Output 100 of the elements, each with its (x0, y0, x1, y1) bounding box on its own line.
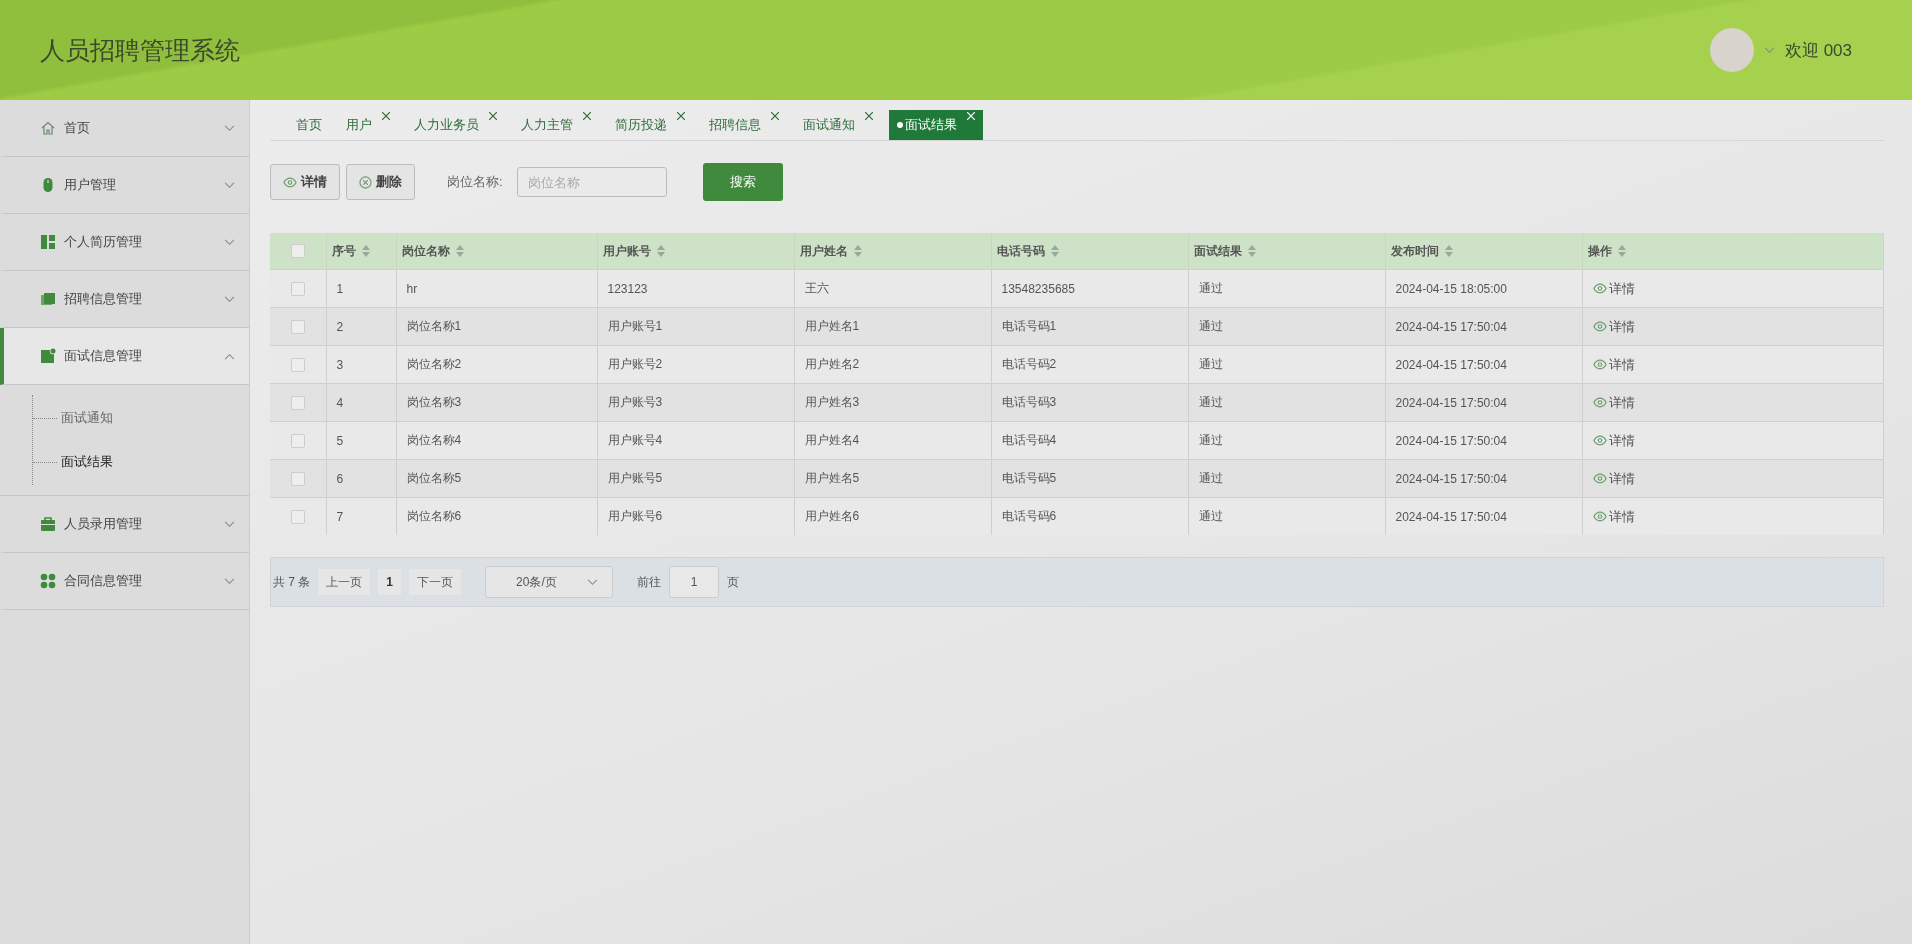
table-cell: 电话号码5 (1001, 471, 1057, 485)
tab[interactable]: 面试通知 (795, 110, 881, 140)
tab[interactable]: 面试结果 (889, 110, 983, 140)
close-icon[interactable] (489, 112, 497, 120)
total-count: 共 7 条 (273, 573, 311, 591)
eye-icon (1592, 511, 1607, 522)
detail-link[interactable]: 详情 (1592, 507, 1635, 526)
select-all-checkbox[interactable] (290, 244, 305, 258)
goto-page-field[interactable]: 1 (669, 566, 720, 598)
sidebar-item[interactable]: 面试信息管理 (0, 328, 249, 385)
row-checkbox[interactable] (290, 433, 305, 448)
eye-icon (1592, 359, 1607, 370)
close-icon[interactable] (583, 112, 591, 120)
tab[interactable]: 用户 (338, 110, 398, 140)
sidebar-item[interactable]: 人员录用管理 (0, 496, 249, 553)
table-cell: 电话号码3 (1001, 395, 1057, 409)
tab[interactable]: 首页 (288, 110, 330, 140)
sort-icon[interactable] (853, 245, 862, 257)
chevron-up-icon (224, 352, 235, 360)
close-icon[interactable] (771, 112, 779, 120)
sidebar-item[interactable]: 个人简历管理 (0, 214, 249, 271)
table-cell: 用户账号3 (607, 395, 663, 409)
detail-button[interactable]: 详情 (270, 164, 340, 200)
sidebar-item[interactable]: 用户管理 (0, 157, 249, 214)
row-checkbox[interactable] (290, 319, 305, 334)
column-header: 面试结果 (1193, 242, 1242, 260)
column-header: 操作 (1587, 242, 1612, 260)
search-field[interactable]: 岗位名称 (516, 167, 667, 197)
detail-link[interactable]: 详情 (1592, 279, 1635, 298)
table-cell: 岗位名称2 (406, 357, 462, 371)
chevron-down-icon (1763, 46, 1775, 54)
detail-link[interactable]: 详情 (1592, 431, 1635, 450)
sort-icon[interactable] (1444, 245, 1453, 257)
page-number[interactable]: 1 (378, 569, 402, 595)
table-cell: 2024-04-15 17:50:04 (1395, 357, 1507, 372)
row-checkbox[interactable] (290, 509, 305, 524)
chevron-down-icon (224, 295, 235, 303)
submenu-item[interactable]: 面试结果 (33, 453, 249, 471)
chevron-down-icon (224, 577, 235, 585)
table-cell: 电话号码2 (1001, 357, 1057, 371)
table-cell: 2024-04-15 17:50:04 (1395, 509, 1507, 524)
table-cell: 4 (336, 395, 344, 410)
page-size-select[interactable]: 20条/页 (485, 566, 614, 598)
row-checkbox[interactable] (290, 357, 305, 372)
search-button[interactable]: 搜索 (702, 163, 783, 201)
welcome-text: 欢迎 003 (1784, 39, 1852, 62)
chevron-down-icon (224, 520, 235, 528)
table-cell: 1 (336, 281, 344, 296)
close-icon[interactable] (677, 112, 685, 120)
close-icon[interactable] (865, 112, 873, 120)
detail-link[interactable]: 详情 (1592, 393, 1635, 412)
row-checkbox[interactable] (290, 471, 305, 486)
chevron-down-icon (587, 578, 599, 586)
tab[interactable]: 简历投递 (607, 110, 693, 140)
sort-icon[interactable] (1617, 245, 1626, 257)
avatar[interactable] (1709, 28, 1754, 72)
eye-icon (1592, 321, 1607, 332)
table-cell: 岗位名称6 (406, 509, 462, 523)
table-cell: 2024-04-15 17:50:04 (1395, 433, 1507, 448)
detail-link[interactable]: 详情 (1592, 317, 1635, 336)
submenu-item[interactable]: 面试通知 (33, 409, 249, 427)
row-checkbox[interactable] (290, 395, 305, 410)
chevron-down-icon (224, 124, 235, 132)
table-cell: 2024-04-15 17:50:04 (1395, 395, 1507, 410)
table-cell: 电话号码4 (1001, 433, 1057, 447)
sidebar-item[interactable]: 合同信息管理 (0, 553, 249, 610)
tab[interactable]: 人力业务员 (406, 110, 505, 140)
detail-link[interactable]: 详情 (1592, 469, 1635, 488)
note-icon (40, 348, 56, 364)
app-title: 人员招聘管理系统 (40, 34, 240, 66)
next-page-button[interactable]: 下一页 (409, 569, 462, 595)
sort-icon[interactable] (455, 245, 464, 257)
table-cell: 用户姓名3 (804, 395, 860, 409)
tab[interactable]: 招聘信息 (701, 110, 787, 140)
sort-icon[interactable] (1050, 245, 1059, 257)
table-cell: 用户账号5 (607, 471, 663, 485)
table-cell: 通过 (1198, 433, 1223, 447)
prev-page-button[interactable]: 上一页 (318, 569, 371, 595)
delete-button[interactable]: 删除 (346, 164, 415, 200)
table-cell: 用户账号2 (607, 357, 663, 371)
column-header: 电话号码 (996, 242, 1045, 260)
table-cell: 用户姓名1 (804, 319, 860, 333)
table-cell: 王六 (804, 281, 829, 295)
sort-icon[interactable] (361, 245, 370, 257)
table-cell: 岗位名称5 (406, 471, 462, 485)
table-cell: 13548235685 (1001, 281, 1075, 296)
table-cell: 通过 (1198, 509, 1223, 523)
close-icon[interactable] (382, 112, 390, 120)
row-checkbox[interactable] (290, 281, 305, 296)
tab[interactable]: 人力主管 (513, 110, 599, 140)
sort-icon[interactable] (656, 245, 665, 257)
table-cell: 通过 (1198, 471, 1223, 485)
sort-icon[interactable] (1247, 245, 1256, 257)
sidebar-item[interactable]: 首页 (0, 100, 249, 157)
table-cell: 用户账号6 (607, 509, 663, 523)
mouse-icon (40, 177, 56, 193)
table-cell: 用户账号1 (607, 319, 663, 333)
table-cell: 2 (336, 319, 344, 334)
detail-link[interactable]: 详情 (1592, 355, 1635, 374)
table-cell: 用户姓名4 (804, 433, 860, 447)
